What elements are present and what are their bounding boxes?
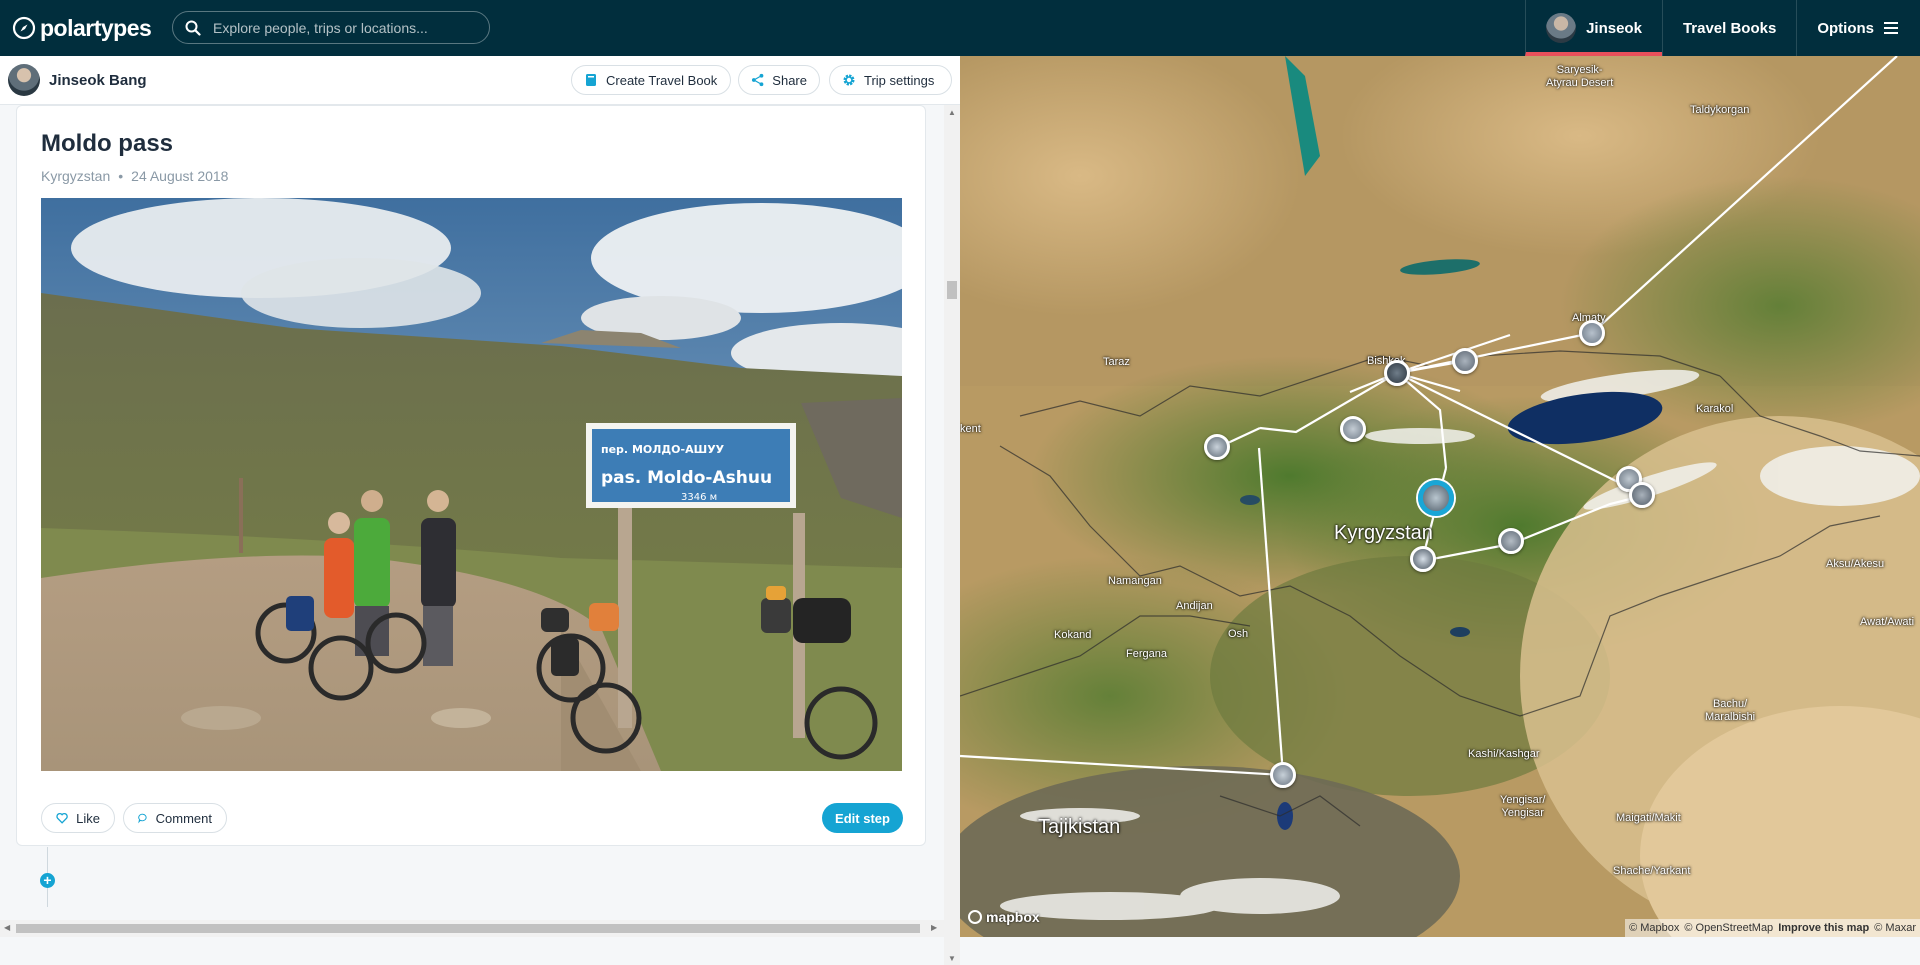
step-card: Moldo pass Kyrgyzstan • 24 August 2018 п… bbox=[16, 105, 926, 846]
author-name: Jinseok Bang bbox=[49, 71, 147, 89]
nav-options-label: Options bbox=[1817, 19, 1874, 37]
mapbox-logo[interactable]: mapbox bbox=[968, 909, 1040, 925]
nav-profile[interactable]: Jinseok bbox=[1525, 0, 1662, 56]
trip-settings-button[interactable]: Trip settings bbox=[829, 65, 952, 95]
mapbox-logo-icon bbox=[968, 910, 982, 924]
comment-button[interactable]: Comment bbox=[123, 803, 227, 833]
hamburger-menu-icon bbox=[1884, 22, 1898, 34]
horizontal-scroll-thumb[interactable] bbox=[16, 924, 920, 933]
map-label-taldykorgan: Taldykorgan bbox=[1690, 104, 1750, 116]
like-button[interactable]: Like bbox=[41, 803, 115, 833]
like-label: Like bbox=[76, 810, 100, 826]
map-label-desert: Saryesik- Atyrau Desert bbox=[1546, 64, 1614, 89]
map-label-aksu: Aksu/Akesu bbox=[1826, 558, 1885, 570]
step-marker[interactable] bbox=[1204, 434, 1230, 460]
avatar bbox=[8, 64, 40, 96]
map-label-yengisar: Yengisar/ Yengisar bbox=[1500, 794, 1546, 819]
map-label-andijan: Andijan bbox=[1176, 600, 1213, 612]
step-marker[interactable] bbox=[1629, 482, 1655, 508]
map-label-kashgar: Kashi/Kashgar bbox=[1468, 748, 1540, 760]
step-meta: Kyrgyzstan • 24 August 2018 bbox=[41, 168, 228, 184]
book-icon bbox=[586, 74, 596, 86]
map-label-karakol: Karakol bbox=[1696, 403, 1734, 415]
search-box[interactable] bbox=[172, 11, 490, 44]
map-label-awat: Awat/Awati bbox=[1860, 616, 1915, 628]
scroll-up-arrow-icon[interactable]: ▲ bbox=[948, 108, 956, 117]
mapbox-logo-text: mapbox bbox=[986, 909, 1040, 925]
map-label-taraz: Taraz bbox=[1103, 356, 1130, 368]
trip-settings-label: Trip settings bbox=[864, 72, 935, 88]
attribution-maxar[interactable]: © Maxar bbox=[1874, 922, 1916, 934]
step-location[interactable]: Kyrgyzstan bbox=[41, 168, 110, 184]
nav-travel-books[interactable]: Travel Books bbox=[1661, 0, 1796, 56]
nav-right: Jinseok Travel Books Options bbox=[1525, 0, 1920, 56]
trip-map[interactable]: Saryesik- Atyrau Desert Taldykorgan Alma… bbox=[960, 56, 1920, 937]
sign-text-altitude: 3346 м bbox=[681, 492, 717, 503]
top-navbar: polartypes Jinseok Travel Books Options bbox=[0, 0, 1920, 56]
share-button[interactable]: Share bbox=[738, 65, 820, 95]
step-title: Moldo pass bbox=[41, 130, 174, 157]
map-label-shymkent: kent bbox=[960, 423, 981, 435]
step-marker[interactable] bbox=[1384, 360, 1410, 386]
step-photo[interactable]: пер. МОЛДО-АШУУ pas. Moldo-Ashuu 3346 м bbox=[41, 198, 902, 771]
meta-separator: • bbox=[118, 168, 124, 184]
edit-step-button[interactable]: Edit step bbox=[822, 803, 903, 833]
improve-map-link[interactable]: Improve this map bbox=[1778, 922, 1869, 934]
step-marker[interactable] bbox=[1579, 320, 1605, 346]
current-step-marker[interactable] bbox=[1418, 480, 1454, 516]
add-step-button[interactable]: + bbox=[40, 873, 55, 888]
map-label-osh: Osh bbox=[1228, 628, 1249, 640]
comment-icon bbox=[138, 813, 147, 824]
step-marker[interactable] bbox=[1498, 528, 1524, 554]
map-attribution: © Mapbox © OpenStreetMap Improve this ma… bbox=[1625, 919, 1920, 937]
trip-panel: Jinseok Bang Create Travel Book Share Tr… bbox=[0, 56, 960, 965]
map-label-fergana: Fergana bbox=[1126, 648, 1167, 660]
step-date: 24 August 2018 bbox=[131, 168, 229, 184]
brand-name: polartypes bbox=[40, 14, 152, 41]
sign-text-cyrillic: пер. МОЛДО-АШУУ bbox=[601, 443, 725, 456]
scroll-left-arrow-icon[interactable]: ◀ bbox=[4, 923, 10, 932]
nav-travel-books-label: Travel Books bbox=[1682, 19, 1777, 37]
trip-author[interactable]: Jinseok Bang bbox=[8, 64, 147, 96]
sign-text-latin: pas. Moldo-Ashuu bbox=[601, 468, 772, 488]
map-label-kokand: Kokand bbox=[1054, 629, 1092, 641]
scroll-down-arrow-icon[interactable]: ▼ bbox=[948, 954, 956, 963]
share-label: Share bbox=[772, 72, 807, 88]
map-label-namangan: Namangan bbox=[1108, 575, 1162, 587]
nav-options[interactable]: Options bbox=[1796, 0, 1920, 56]
step-marker[interactable] bbox=[1410, 546, 1436, 572]
trip-header: Jinseok Bang Create Travel Book Share Tr… bbox=[0, 56, 960, 105]
map-label-shache: Shache/Yarkant bbox=[1613, 865, 1691, 877]
scroll-right-arrow-icon[interactable]: ▶ bbox=[931, 923, 937, 932]
search-input[interactable] bbox=[211, 18, 475, 37]
attribution-osm[interactable]: © OpenStreetMap bbox=[1684, 922, 1773, 934]
map-label-kyrgyzstan: Kyrgyzstan bbox=[1334, 522, 1433, 544]
search-icon bbox=[185, 20, 201, 36]
heart-icon bbox=[56, 812, 68, 824]
horizontal-scrollbar[interactable]: ◀ ▶ bbox=[0, 920, 944, 937]
step-marker[interactable] bbox=[1270, 762, 1296, 788]
vertical-scrollbar[interactable]: ▲ ▼ bbox=[944, 105, 960, 965]
map-label-tajikistan: Tajikistan bbox=[1038, 816, 1121, 838]
compass-icon bbox=[12, 16, 36, 40]
step-marker[interactable] bbox=[1340, 416, 1366, 442]
vertical-scroll-thumb[interactable] bbox=[947, 281, 957, 299]
share-icon bbox=[751, 73, 764, 87]
map-label-bachu: Bachu/ Maralbishi bbox=[1705, 698, 1756, 723]
step-marker[interactable] bbox=[1452, 348, 1478, 374]
attribution-mapbox[interactable]: © Mapbox bbox=[1629, 922, 1679, 934]
create-travel-book-button[interactable]: Create Travel Book bbox=[571, 65, 731, 95]
gear-icon bbox=[843, 74, 855, 86]
nav-profile-label: Jinseok bbox=[1586, 19, 1642, 37]
step-photo-image: пер. МОЛДО-АШУУ pas. Moldo-Ashuu 3346 м bbox=[41, 198, 902, 771]
comment-label: Comment bbox=[155, 810, 212, 826]
create-travel-book-label: Create Travel Book bbox=[606, 72, 718, 88]
avatar bbox=[1546, 13, 1577, 43]
map-label-maigati: Maigati/Makit bbox=[1616, 812, 1681, 824]
brand-logo[interactable]: polartypes bbox=[12, 14, 152, 42]
